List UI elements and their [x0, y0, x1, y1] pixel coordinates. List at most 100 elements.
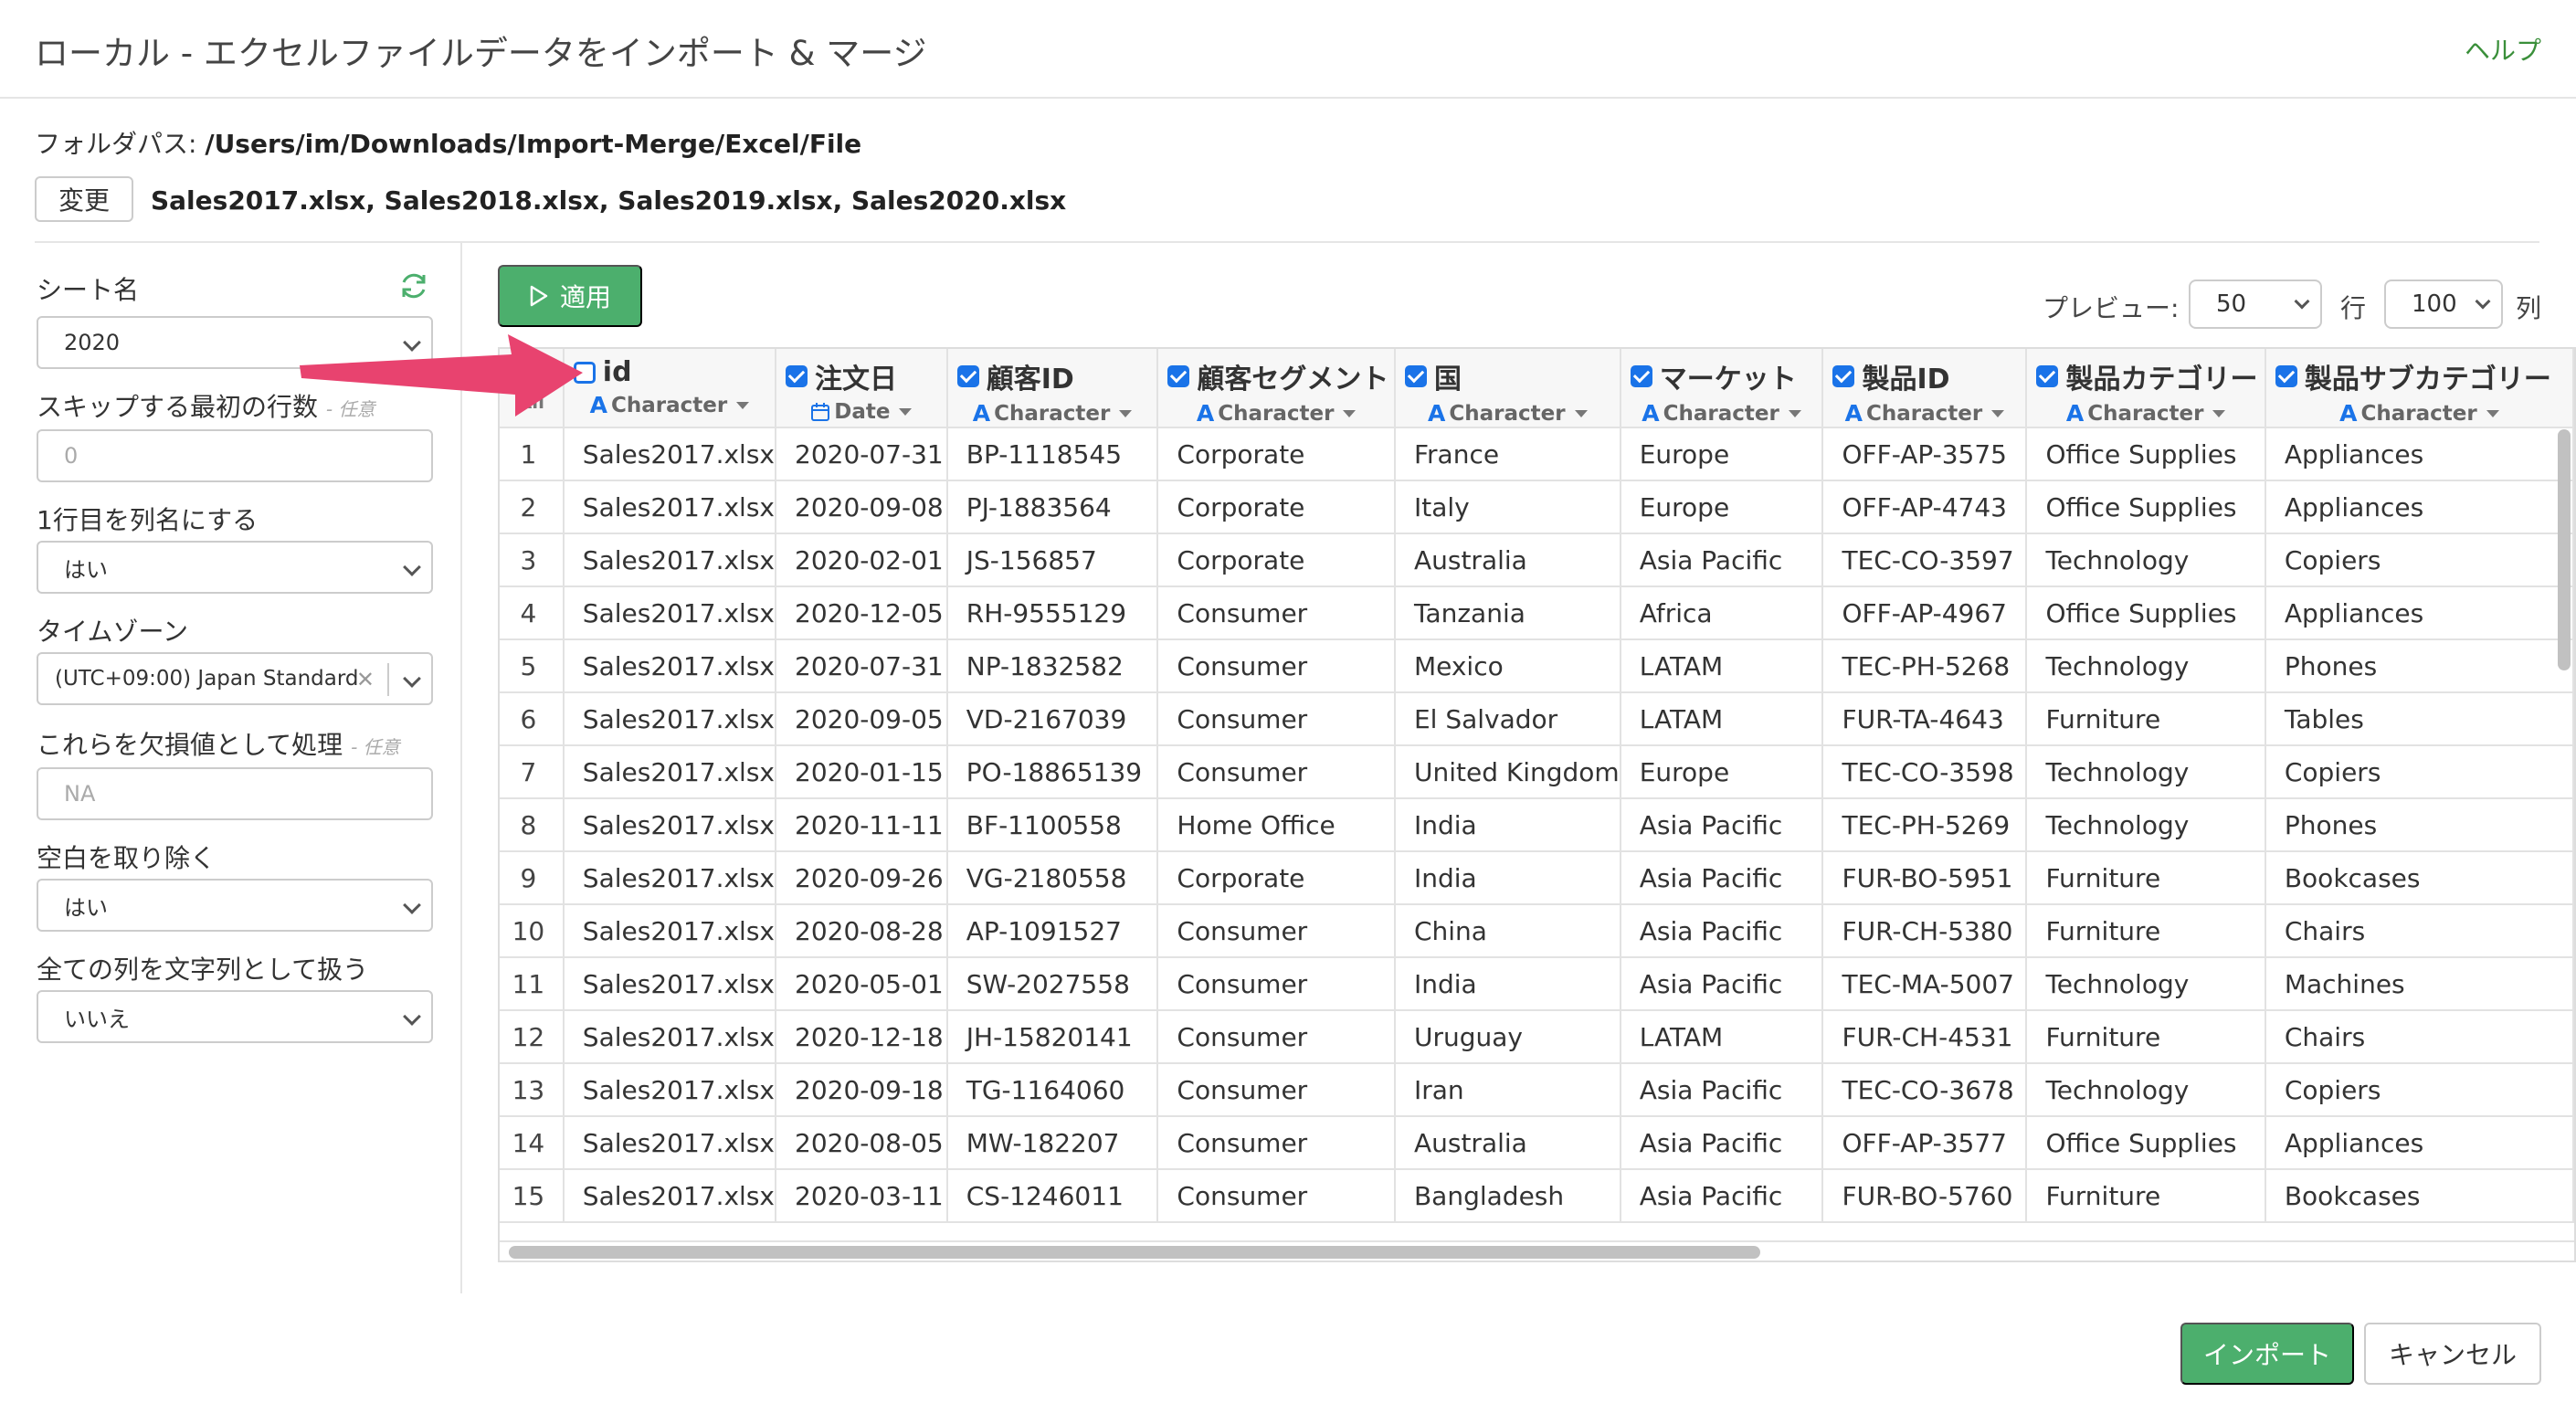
- timezone-select[interactable]: (UTC+09:00) Japan Standard ✕: [37, 652, 433, 705]
- all-as-char-select[interactable]: いいえ: [37, 990, 433, 1043]
- column-checkbox-checked[interactable]: [786, 365, 808, 387]
- preview-cols-select[interactable]: 100: [2384, 280, 2503, 329]
- table-cell: PJ-1883564: [946, 480, 1159, 534]
- column-header[interactable]: 製品サブカテゴリー A Character: [2265, 349, 2574, 428]
- table-cell: VG-2180558: [946, 851, 1159, 905]
- caret-down-icon: [2486, 409, 2499, 417]
- table-cell: Asia Pacific: [1620, 1116, 1824, 1170]
- table-cell: Sales2017.xlsx: [563, 480, 777, 534]
- column-checkbox-checked[interactable]: [956, 365, 979, 387]
- na-values-label: これらを欠損値として処理 - 任意: [37, 725, 400, 762]
- table-cell: 2020-09-08: [776, 480, 948, 534]
- row-number: 5: [500, 639, 565, 693]
- column-checkbox-checked[interactable]: [1832, 365, 1855, 387]
- file-list: Sales2017.xlsx, Sales2018.xlsx, Sales201…: [151, 185, 1067, 216]
- table-cell: France: [1394, 427, 1621, 481]
- column-type-dropdown[interactable]: A Character: [1621, 396, 1821, 426]
- refresh-icon[interactable]: [398, 270, 429, 301]
- cancel-button[interactable]: キャンセル: [2364, 1323, 2541, 1385]
- table-cell: Asia Pacific: [1620, 851, 1824, 905]
- vertical-scrollbar[interactable]: [2558, 429, 2571, 670]
- table-cell: Sales2017.xlsx: [563, 798, 777, 852]
- column-header[interactable]: マーケット A Character: [1620, 349, 1824, 428]
- column-type-dropdown[interactable]: A Character: [1396, 396, 1619, 426]
- column-type-dropdown[interactable]: Date: [776, 396, 945, 424]
- table-cell: SW-2027558: [946, 957, 1159, 1011]
- table-cell: Furniture: [2026, 1010, 2266, 1064]
- character-type-icon: A: [972, 400, 991, 427]
- column-header[interactable]: 顧客セグメント A Character: [1157, 349, 1396, 428]
- column-header[interactable]: 注文日 Date: [776, 349, 948, 428]
- column-header[interactable]: 製品ID A Character: [1822, 349, 2028, 428]
- table-cell: Phones: [2265, 639, 2574, 693]
- table-cell: 2020-09-18: [776, 1063, 948, 1117]
- table-row: 13 Sales2017.xlsx 2020-09-18 TG-1164060 Cons…: [500, 1063, 2574, 1117]
- trim-whitespace-select[interactable]: はい: [37, 879, 433, 932]
- column-title: 製品サブカテゴリー: [2266, 349, 2571, 396]
- sheet-name-value: 2020: [64, 330, 121, 355]
- import-button[interactable]: インポート: [2180, 1323, 2354, 1385]
- table-cell: Consumer: [1157, 1169, 1396, 1223]
- table-cell: FUR-BO-5760: [1822, 1169, 2028, 1223]
- clear-icon[interactable]: ✕: [356, 667, 375, 692]
- column-checkbox-checked[interactable]: [1167, 365, 1190, 387]
- table-cell: LATAM: [1620, 692, 1824, 746]
- preview-rows-select[interactable]: 50: [2189, 280, 2322, 329]
- change-button[interactable]: 変更: [35, 176, 133, 222]
- help-link[interactable]: ヘルプ: [2465, 31, 2541, 68]
- table-row: 11 Sales2017.xlsx 2020-05-01 SW-2027558 Cons…: [500, 957, 2574, 1011]
- row-number: 1: [500, 427, 565, 481]
- table-cell: Europe: [1620, 745, 1824, 799]
- rows-unit-label: 行: [2340, 293, 2367, 323]
- column-name: id: [602, 356, 632, 388]
- table-cell: OFF-AP-4743: [1822, 480, 2028, 534]
- table-cell: 2020-12-18: [776, 1010, 948, 1064]
- column-type-dropdown[interactable]: A Character: [948, 396, 1156, 427]
- column-header[interactable]: 国 A Character: [1394, 349, 1621, 428]
- table-cell: TEC-PH-5269: [1822, 798, 2028, 852]
- table-cell: Phones: [2265, 798, 2574, 852]
- column-checkbox-checked[interactable]: [2036, 365, 2059, 387]
- column-name: 注文日: [815, 364, 897, 396]
- table-cell: JH-15820141: [946, 1010, 1159, 1064]
- column-type-label: Date: [834, 400, 891, 424]
- table-cell: 2020-09-05: [776, 692, 948, 746]
- header-row-select[interactable]: はい: [37, 541, 433, 594]
- table-row: 10 Sales2017.xlsx 2020-08-28 AP-1091527 Cons…: [500, 904, 2574, 958]
- header-row-value: はい: [64, 556, 108, 583]
- table-cell: Technology: [2026, 798, 2266, 852]
- table-cell: FUR-CH-4531: [1822, 1010, 2028, 1064]
- skip-rows-input[interactable]: 0: [37, 429, 433, 482]
- column-header[interactable]: 製品カテゴリー A Character: [2026, 349, 2266, 428]
- column-checkbox-checked[interactable]: [1404, 365, 1427, 387]
- column-title: マーケット: [1621, 349, 1821, 396]
- column-header[interactable]: 顧客ID A Character: [946, 349, 1159, 428]
- horizontal-scrollbar[interactable]: [509, 1246, 1760, 1259]
- column-checkbox-checked[interactable]: [1630, 365, 1652, 387]
- character-type-icon: A: [1844, 400, 1863, 427]
- column-type-dropdown[interactable]: A Character: [1823, 396, 2024, 427]
- table-cell: TEC-CO-3678: [1822, 1063, 2028, 1117]
- table-cell: Sales2017.xlsx: [563, 533, 777, 587]
- table-cell: Technology: [2026, 639, 2266, 693]
- column-type-dropdown[interactable]: A Character: [1158, 396, 1393, 426]
- column-type-dropdown[interactable]: A Character: [2266, 396, 2571, 426]
- table-cell: Sales2017.xlsx: [563, 1063, 777, 1117]
- header-row: All idACharacter注文日Date顧客IDACharacter顧客セ…: [500, 349, 2574, 428]
- table-cell: LATAM: [1620, 639, 1824, 693]
- apply-button[interactable]: 適用: [498, 265, 642, 327]
- column-type-label: Character: [1866, 401, 1983, 426]
- column-title: 国: [1396, 349, 1619, 396]
- na-values-input[interactable]: NA: [37, 767, 433, 820]
- table-cell: India: [1394, 798, 1621, 852]
- row-number: 11: [500, 957, 565, 1011]
- caret-down-icon: [899, 408, 913, 416]
- row-number: 6: [500, 692, 565, 746]
- caret-down-icon: [1991, 409, 2005, 417]
- sheet-name-label: シート名: [37, 275, 140, 305]
- table-cell: 2020-05-01: [776, 957, 948, 1011]
- column-type-dropdown[interactable]: A Character: [2027, 396, 2263, 426]
- table-cell: Corporate: [1157, 533, 1396, 587]
- column-checkbox-checked[interactable]: [2275, 365, 2297, 387]
- table-cell: Technology: [2026, 957, 2266, 1011]
